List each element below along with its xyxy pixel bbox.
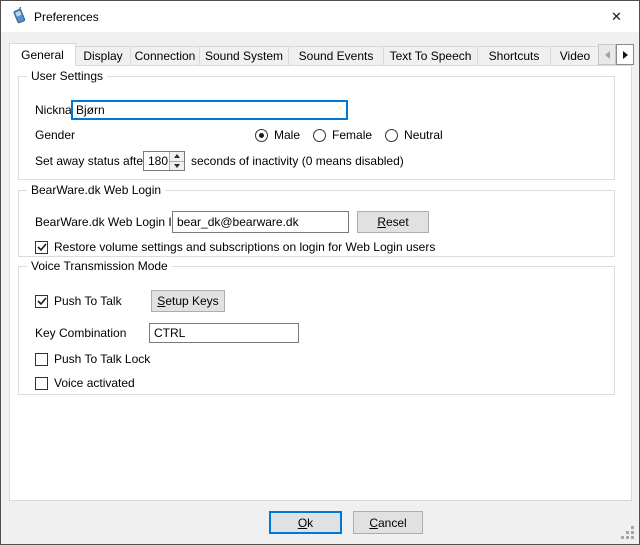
- gender-male-radio[interactable]: Male: [255, 128, 300, 142]
- tab-text-to-speech[interactable]: Text To Speech: [383, 46, 478, 65]
- radio-icon: [313, 129, 326, 142]
- arrow-right-icon: [623, 51, 628, 59]
- title-bar[interactable]: Preferences ✕: [1, 1, 639, 32]
- tab-label: Sound System: [205, 49, 283, 63]
- push-to-talk-checkbox[interactable]: Push To Talk: [35, 293, 122, 309]
- tab-general[interactable]: General: [9, 43, 76, 66]
- radio-label: Female: [332, 128, 372, 142]
- tab-label: Text To Speech: [390, 49, 472, 63]
- tab-scroll-buttons: [598, 44, 634, 65]
- resize-grip-icon: [621, 526, 624, 529]
- tab-label: General: [21, 48, 64, 62]
- web-login-id-label: BearWare.dk Web Login ID: [35, 211, 180, 233]
- key-combination-label: Key Combination: [35, 323, 126, 343]
- arrow-left-icon: [605, 51, 610, 59]
- checkbox-label: Push To Talk: [54, 294, 122, 308]
- web-login-id-input[interactable]: [172, 211, 349, 233]
- ok-button[interactable]: Ok: [269, 511, 342, 534]
- resize-grip[interactable]: [621, 526, 635, 540]
- tab-page-general: User Settings Nickname Gender Male Femal…: [9, 65, 632, 501]
- arrow-down-icon: [174, 164, 180, 168]
- gender-label: Gender: [35, 127, 75, 143]
- close-button[interactable]: ✕: [594, 1, 639, 32]
- nickname-input[interactable]: [71, 100, 348, 120]
- tab-sound-events[interactable]: Sound Events: [288, 46, 384, 65]
- push-to-talk-lock-checkbox[interactable]: Push To Talk Lock: [35, 351, 150, 367]
- tab-connection[interactable]: Connection: [130, 46, 200, 65]
- checkbox-label: Restore volume settings and subscription…: [54, 240, 435, 254]
- tab-label: Video: [560, 49, 590, 63]
- tab-label: Sound Events: [299, 49, 374, 63]
- gender-female-radio[interactable]: Female: [313, 128, 372, 142]
- arrow-up-icon: [174, 154, 180, 158]
- button-label: Reset: [377, 215, 408, 229]
- away-seconds-input[interactable]: [144, 152, 169, 170]
- checkbox-icon: [35, 241, 48, 254]
- checkbox-label: Push To Talk Lock: [54, 352, 150, 366]
- close-icon: ✕: [611, 9, 622, 25]
- tab-label: Shortcuts: [489, 49, 540, 63]
- group-user-settings: User Settings Nickname Gender Male Femal…: [18, 76, 615, 180]
- setup-keys-button[interactable]: Setup Keys: [151, 290, 225, 312]
- voice-activated-checkbox[interactable]: Voice activated: [35, 375, 135, 391]
- tab-scroll-right-button[interactable]: [616, 44, 634, 65]
- tab-shortcuts[interactable]: Shortcuts: [477, 46, 551, 65]
- window-title: Preferences: [34, 1, 99, 32]
- group-web-login: BearWare.dk Web Login BearWare.dk Web Lo…: [18, 190, 615, 257]
- tab-sound-system[interactable]: Sound System: [199, 46, 289, 65]
- radio-icon: [255, 129, 268, 142]
- tab-label: Display: [83, 49, 122, 63]
- tab-display[interactable]: Display: [75, 46, 131, 65]
- button-label: Cancel: [369, 516, 406, 530]
- button-label: Setup Keys: [157, 294, 218, 308]
- spinner-buttons: [169, 152, 184, 170]
- reset-button[interactable]: Reset: [357, 211, 429, 233]
- tab-label: Connection: [135, 49, 196, 63]
- checkbox-icon: [35, 377, 48, 390]
- radio-icon: [385, 129, 398, 142]
- tab-scroll-left-button[interactable]: [598, 44, 616, 65]
- checkbox-icon: [35, 295, 48, 308]
- teamtalk-app-icon: [10, 7, 28, 25]
- radio-label: Neutral: [404, 128, 443, 142]
- tab-video[interactable]: Video: [550, 46, 599, 65]
- spin-up-button[interactable]: [170, 152, 184, 162]
- gender-radio-group: Male Female Neutral: [255, 127, 443, 143]
- tab-bar: General Display Connection Sound System …: [9, 43, 599, 66]
- preferences-dialog: Preferences ✕ General Display Connection…: [0, 0, 640, 545]
- checkbox-icon: [35, 353, 48, 366]
- away-status-suffix-label: seconds of inactivity (0 means disabled): [191, 151, 404, 171]
- gender-neutral-radio[interactable]: Neutral: [385, 128, 443, 142]
- key-combination-input[interactable]: [149, 323, 299, 343]
- group-title: Voice Transmission Mode: [27, 259, 172, 273]
- cancel-button[interactable]: Cancel: [353, 511, 423, 534]
- group-voice-transmission: Voice Transmission Mode Push To Talk Set…: [18, 266, 615, 395]
- away-seconds-spinner: [143, 151, 185, 171]
- group-title: BearWare.dk Web Login: [27, 183, 165, 197]
- group-title: User Settings: [27, 69, 107, 83]
- away-status-label: Set away status after: [35, 151, 147, 171]
- restore-volume-checkbox[interactable]: Restore volume settings and subscription…: [35, 239, 435, 255]
- radio-label: Male: [274, 128, 300, 142]
- checkbox-label: Voice activated: [54, 376, 135, 390]
- button-label: Ok: [298, 516, 313, 530]
- spin-down-button[interactable]: [170, 162, 184, 171]
